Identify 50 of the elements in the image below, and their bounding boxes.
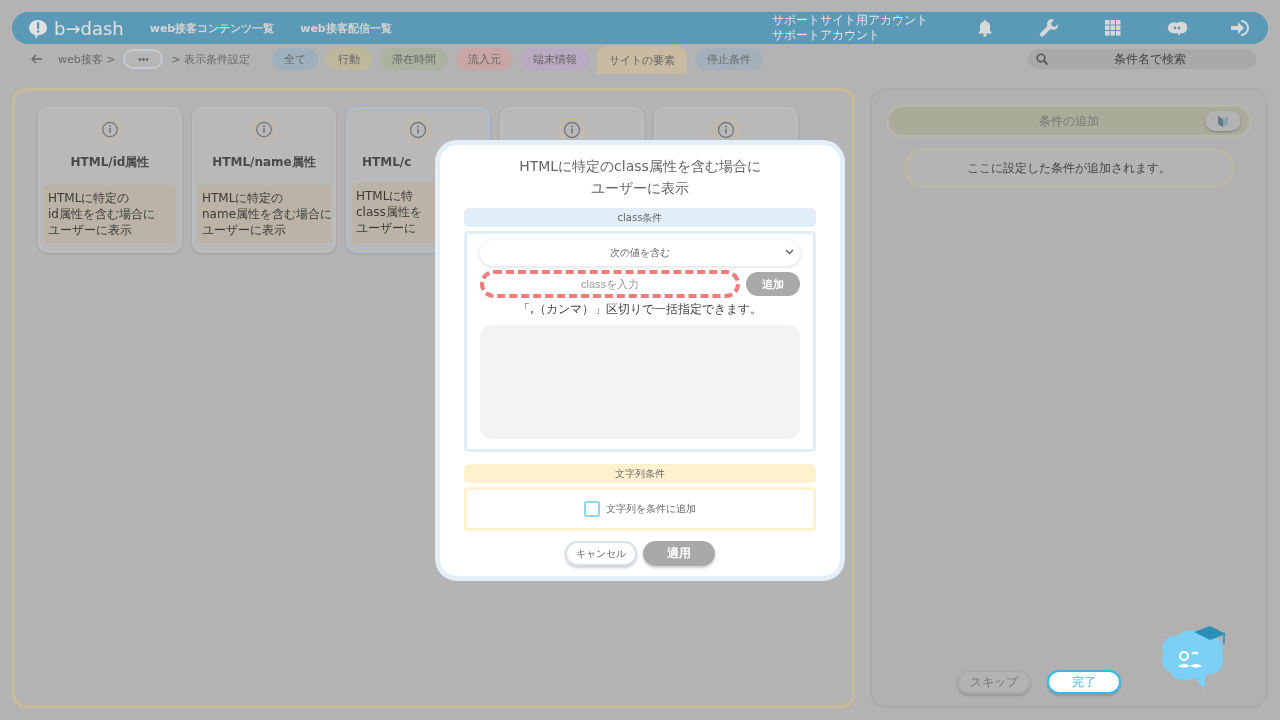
card-description: HTMLに特 [356,188,415,204]
nav-link[interactable]: web接客コンテンツ一覧 [149,20,275,36]
condition-card[interactable]: HTML/name属性 HTMLに特定の name属性を含む場合に ユーザーに表示 [192,107,336,253]
breadcrumb-link[interactable]: web接客 > [58,51,116,67]
card-title: HTML/id属性 [70,154,150,172]
section-header: 文字列条件 [464,464,816,483]
beginner-toggle[interactable] [1205,111,1241,131]
card-title: HTML/name属性 [212,154,316,172]
logo-drawing[interactable]: b→dash [26,17,124,39]
nav-link[interactable]: web接客配信一覧 [300,20,392,36]
card-description: ユーザーに表示 [48,222,133,239]
dialog-title: HTMLに特定のclass属性を含む場合に [519,157,761,176]
account-name: サポートサイト用アカウント サポートアカウント [772,13,928,43]
info-icon [97,117,123,143]
cancel-button[interactable]: キャンセル [565,541,637,566]
card-description: HTMLに特定の [202,190,285,207]
filter-tab[interactable]: 流入元 [456,48,514,70]
section-header: class条件 [464,208,816,227]
card-description: name属性を含む場合に [202,206,330,223]
filter-tab[interactable]: 行動 [326,48,373,70]
card-description: ユーザーに [356,220,417,236]
info-icon [713,117,739,143]
search-icon [1036,53,1048,65]
done-button[interactable]: 完了 [1047,670,1121,694]
checkbox[interactable] [584,501,600,517]
card-title: HTML/c [361,155,412,169]
more-button[interactable]: ••• [123,49,164,69]
hint-text: 「,（カンマ）」区切りで一括指定できます。 [518,302,762,317]
chevron-icon [785,249,794,255]
breadcrumb-current[interactable]: > 表示条件設定 [171,51,251,67]
card-description: id属性を含む場合に [48,206,156,223]
placeholder-message: ここに設定した条件が追加されます。 [904,148,1234,188]
condition-card[interactable]: HTML/id属性 HTMLに特定の id属性を含む場合に ユーザーに表示 [38,107,182,253]
class-input[interactable]: classを入力 [480,270,740,298]
filter-tab[interactable]: 停止条件 [695,48,764,70]
filter-tab[interactable]: 端末情報 [521,48,590,70]
card-description: class属性を [356,204,423,220]
string-checkbox[interactable]: 文字列を条件に追加 [584,496,696,522]
match-select[interactable]: 次の値を含む [480,240,800,266]
info-icon [405,117,431,143]
card-description: ユーザーに表示 [202,222,287,239]
filter-tab[interactable]: サイトの要素 [597,46,688,74]
card-description: HTMLに特定の [48,190,131,207]
dialog-title: ユーザーに表示 [591,179,689,198]
info-icon [251,117,277,143]
info-icon [559,117,585,143]
checkbox-label: 文字列を条件に追加 [606,502,696,516]
search-field[interactable]: 条件名で検索 [1028,49,1256,69]
filter-tab[interactable]: 滞在時間 [380,48,449,70]
filter-tab[interactable]: 全て [272,48,319,70]
